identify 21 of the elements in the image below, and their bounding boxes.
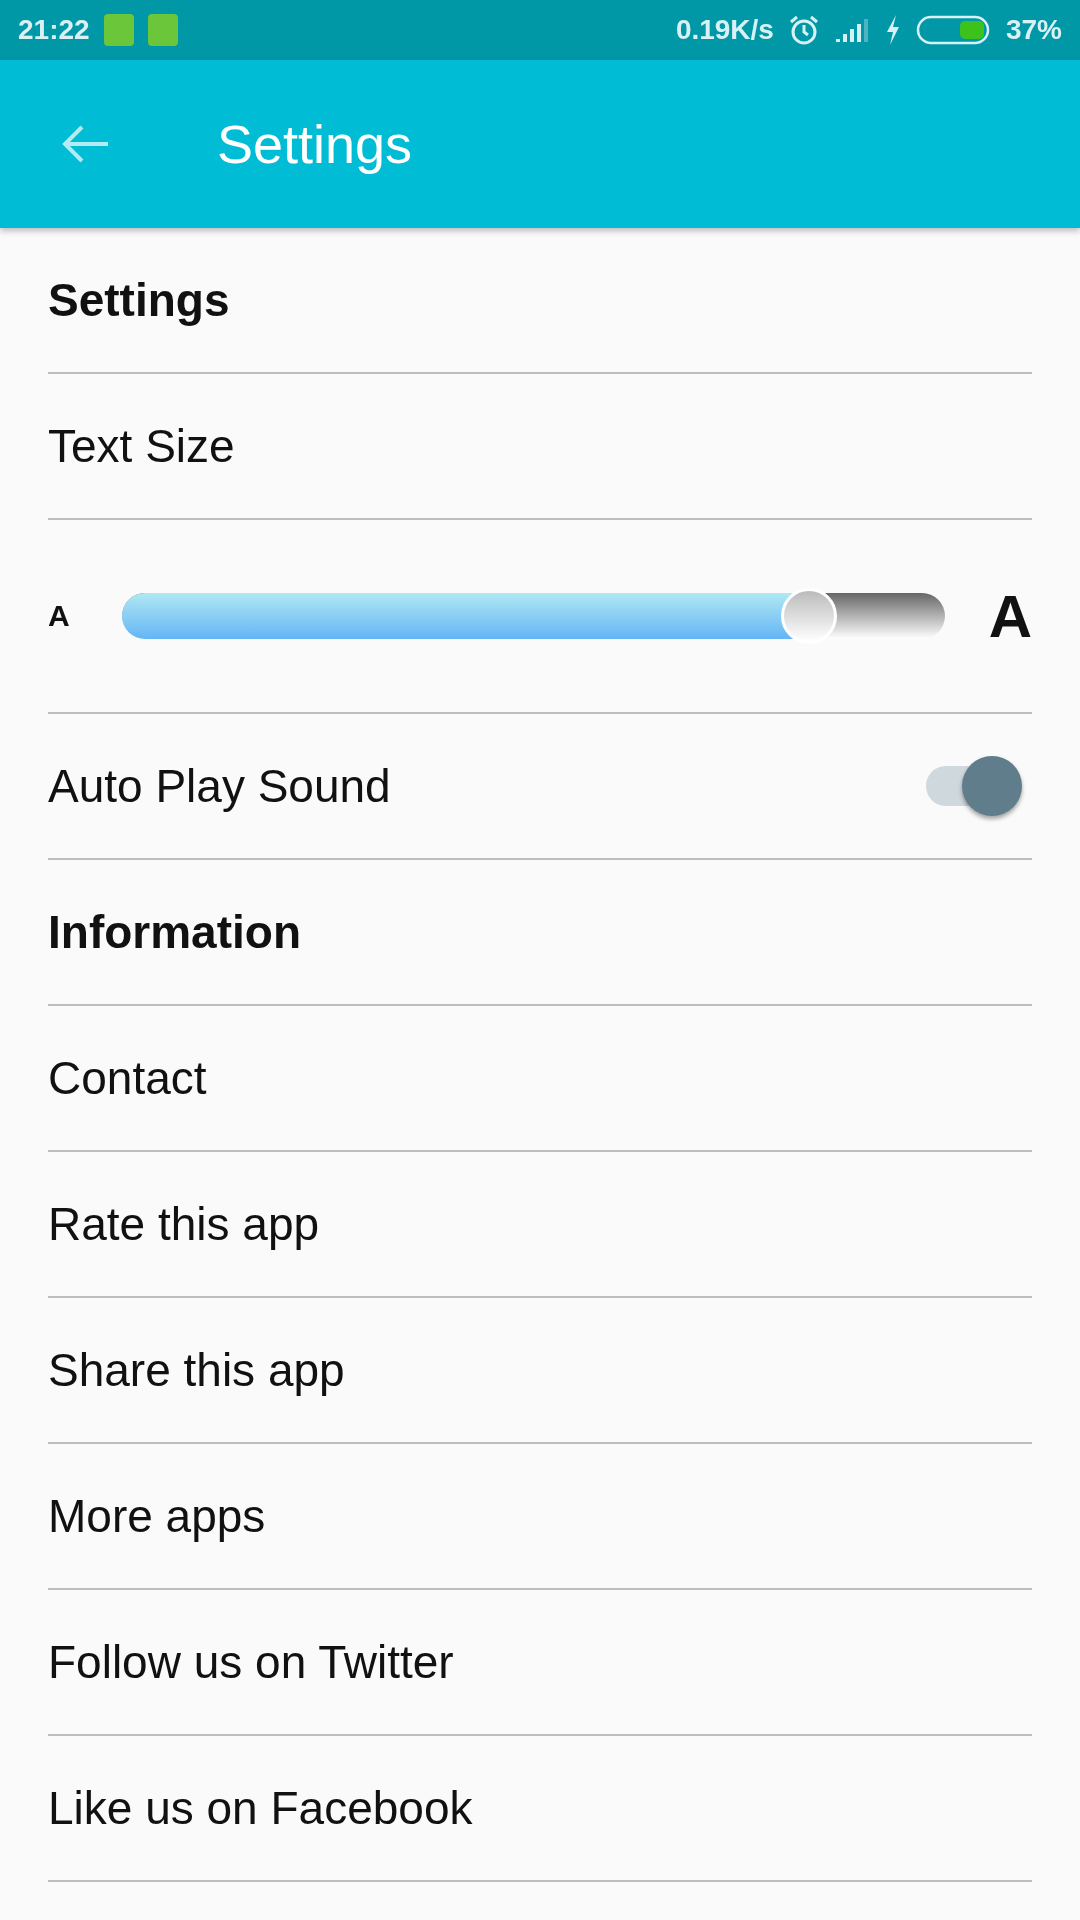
app-bar-title: Settings <box>217 113 413 175</box>
toggle-switch[interactable] <box>926 756 1022 816</box>
battery-percent: 37% <box>1005 14 1062 46</box>
large-text-size-label: A <box>988 581 1032 651</box>
network-speed: 0.19K/s <box>675 14 774 46</box>
settings-item[interactable]: Text Size <box>48 374 1032 520</box>
settings-item[interactable]: Rate this app <box>48 1152 1032 1298</box>
alarm-icon <box>787 14 820 46</box>
battery-icon <box>915 15 992 45</box>
setting-label: Auto Play Sound <box>48 759 392 813</box>
settings-item[interactable]: More apps <box>48 1444 1032 1590</box>
settings-item[interactable]: Contact <box>48 1006 1032 1152</box>
status-time: 21:22 <box>18 14 90 46</box>
signal-icon <box>833 16 870 44</box>
settings-item[interactable]: Share this app <box>48 1298 1032 1444</box>
settings-item[interactable]: Follow us on Twitter <box>48 1590 1032 1736</box>
section-header: Information <box>48 860 1032 1006</box>
settings-item[interactable]: Like us on Facebook <box>48 1736 1032 1882</box>
text-size-slider[interactable] <box>122 586 945 646</box>
section-header: Settings <box>48 228 1032 374</box>
small-text-size-label: A <box>48 599 71 633</box>
